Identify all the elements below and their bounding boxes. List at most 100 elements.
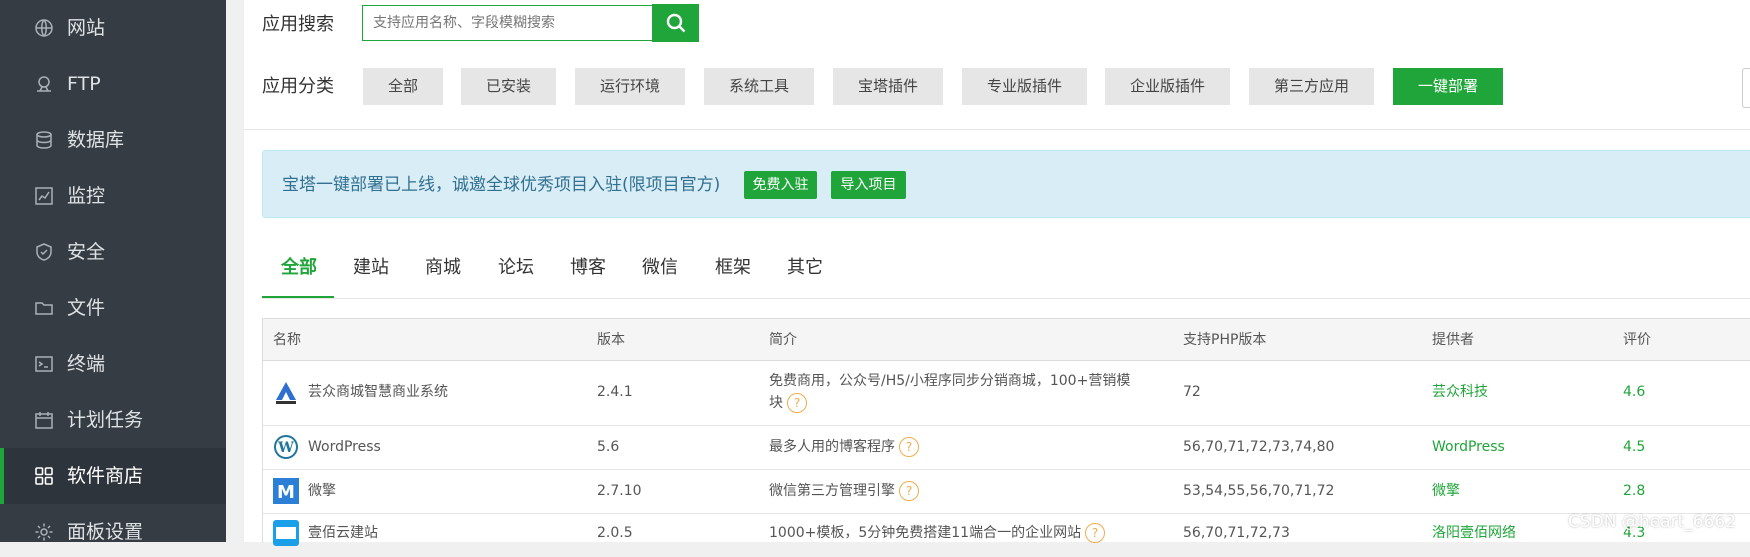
description-line: 微信第三方管理引擎 (769, 483, 895, 499)
software-table: 名称 版本 简介 支持PHP版本 提供者 评价 芸众商城智慧商业系统 2.4.1… (262, 318, 1750, 546)
folder-icon (34, 298, 54, 318)
tab-other[interactable]: 其它 (787, 255, 823, 281)
table-header: 名称 版本 简介 支持PHP版本 提供者 评价 (263, 319, 1750, 361)
help-icon[interactable]: ? (787, 393, 807, 413)
search-icon (666, 13, 685, 33)
tab-all[interactable]: 全部 (281, 255, 317, 281)
sidebar-item-files[interactable]: 文件 (0, 280, 226, 336)
tab-site[interactable]: 建站 (353, 255, 389, 281)
divider (244, 129, 1750, 130)
tab-framework[interactable]: 框架 (715, 255, 751, 281)
svg-text:M: M (277, 482, 295, 503)
help-icon[interactable]: ? (899, 437, 919, 457)
category-all-button[interactable]: 全部 (363, 68, 443, 105)
app-provider[interactable]: 洛阳壹佰网络 (1432, 523, 1516, 543)
header-name: 名称 (273, 332, 301, 348)
table-row[interactable]: W WordPress 5.6 最多人用的博客程序? 56,70,71,72,7… (263, 426, 1750, 470)
app-php-versions: 53,54,55,56,70,71,72 (1183, 483, 1335, 499)
sidebar-item-panel-settings[interactable]: 面板设置 (0, 504, 226, 542)
sidebar-item-monitor[interactable]: 监控 (0, 168, 226, 224)
app-php-versions: 56,70,71,72,73,74,80 (1183, 439, 1335, 455)
deploy-banner: 宝塔一键部署已上线，诚邀全球优秀项目入驻(限项目官方) 免费入驻 导入项目 (262, 150, 1750, 218)
sidebar-item-label: 软件商店 (67, 465, 144, 487)
sidebar-item-label: 安全 (67, 241, 106, 263)
gear-icon (34, 522, 54, 542)
ftp-icon (34, 74, 54, 94)
tab-forum[interactable]: 论坛 (498, 255, 534, 281)
app-php-versions: 72 (1183, 384, 1201, 400)
app-description: 免费商用，公众号/H5/小程序同步分销商城，100+营销模 (769, 371, 1130, 391)
help-icon[interactable]: ? (1085, 523, 1106, 543)
import-project-button[interactable]: 导入项目 (831, 171, 906, 199)
category-third-party-button[interactable]: 第三方应用 (1249, 68, 1374, 105)
header-provider: 提供者 (1432, 332, 1474, 348)
search-input[interactable] (362, 5, 652, 41)
sidebar-item-security[interactable]: 安全 (0, 224, 226, 280)
sidebar-item-terminal[interactable]: 终端 (0, 336, 226, 392)
app-rating[interactable]: 4.6 (1623, 382, 1645, 402)
sidebar: 网站 FTP 数据库 监控 安全 文件 终端 计划任务 软件商店 面板设置 (0, 0, 226, 542)
description-line: 最多人用的博客程序 (769, 439, 895, 455)
category-installed-button[interactable]: 已安装 (461, 68, 556, 105)
free-join-button[interactable]: 免费入驻 (744, 171, 817, 199)
terminal-icon (34, 354, 54, 374)
sidebar-item-label: 监控 (67, 185, 106, 207)
sidebar-item-database[interactable]: 数据库 (0, 112, 226, 168)
weiqing-logo-icon: M (273, 478, 299, 504)
category-pro-plugins-button[interactable]: 专业版插件 (962, 68, 1087, 105)
monitor-icon (34, 186, 54, 206)
app-rating[interactable]: 2.8 (1623, 481, 1645, 501)
app-name[interactable]: 壹佰云建站 (308, 523, 378, 543)
app-provider[interactable]: 芸众科技 (1432, 382, 1488, 402)
header-version: 版本 (597, 332, 625, 348)
app-provider[interactable]: WordPress (1432, 437, 1505, 457)
yunzhong-logo-icon (276, 382, 296, 404)
category-enterprise-plugins-button[interactable]: 企业版插件 (1105, 68, 1230, 105)
description-line: 块 (769, 395, 783, 411)
tab-wechat[interactable]: 微信 (642, 255, 678, 281)
category-system-tools-button[interactable]: 系统工具 (704, 68, 814, 105)
grid-icon (34, 466, 54, 486)
sidebar-item-label: 终端 (67, 353, 106, 375)
wordpress-logo-icon: W (274, 435, 298, 459)
tab-mall[interactable]: 商城 (425, 255, 461, 281)
app-name[interactable]: WordPress (308, 437, 381, 457)
yibai-logo-icon (273, 520, 299, 546)
app-description: 微信第三方管理引擎? (769, 481, 919, 501)
sidebar-item-label: FTP (67, 73, 101, 95)
sidebar-item-cron[interactable]: 计划任务 (0, 392, 226, 448)
app-php-versions: 56,70,71,72,73 (1183, 525, 1290, 541)
app-version: 2.7.10 (597, 483, 642, 499)
table-row[interactable]: M 微擎 2.7.10 微信第三方管理引擎? 53,54,55,56,70,71… (263, 470, 1750, 514)
category-bt-plugins-button[interactable]: 宝塔插件 (833, 68, 943, 105)
main-panel: 应用搜索 应用分类 全部 已安装 运行环境 系统工具 宝塔插件 专业版插件 企业… (244, 0, 1750, 546)
description-line: 1000+模板，5分钟免费搭建11端合一的企业网站 (769, 525, 1082, 541)
app-version: 2.0.5 (597, 525, 633, 541)
help-icon[interactable]: ? (899, 481, 919, 501)
sidebar-item-label: 数据库 (67, 129, 125, 151)
sidebar-item-software-store[interactable]: 软件商店 (0, 448, 226, 504)
table-row[interactable]: 壹佰云建站 2.0.5 1000+模板，5分钟免费搭建11端合一的企业网站? 5… (263, 514, 1750, 557)
sidebar-item-website[interactable]: 网站 (0, 0, 226, 56)
sidebar-item-label: 面板设置 (67, 521, 144, 542)
globe-icon (34, 18, 54, 38)
tab-blog[interactable]: 博客 (570, 255, 606, 281)
app-rating[interactable]: 4.5 (1623, 437, 1645, 457)
sidebar-item-label: 文件 (67, 297, 106, 319)
search-button[interactable] (652, 4, 699, 42)
app-description-cont: 块? (769, 393, 807, 413)
table-row[interactable]: 芸众商城智慧商业系统 2.4.1 免费商用，公众号/H5/小程序同步分销商城，1… (263, 361, 1750, 426)
banner-text: 宝塔一键部署已上线，诚邀全球优秀项目入驻(限项目官方) (282, 175, 721, 195)
category-label: 应用分类 (262, 76, 334, 97)
app-description: 1000+模板，5分钟免费搭建11端合一的企业网站? (769, 523, 1106, 543)
app-provider[interactable]: 微擎 (1432, 481, 1460, 501)
tabs-divider (262, 298, 1750, 299)
category-runtime-button[interactable]: 运行环境 (575, 68, 685, 105)
app-description: 最多人用的博客程序? (769, 437, 919, 457)
category-one-click-deploy-button[interactable]: 一键部署 (1393, 68, 1503, 105)
app-name[interactable]: 芸众商城智慧商业系统 (308, 382, 448, 402)
header-description: 简介 (769, 332, 797, 348)
app-name[interactable]: 微擎 (308, 481, 336, 501)
app-version: 2.4.1 (597, 384, 633, 400)
sidebar-item-ftp[interactable]: FTP (0, 56, 226, 112)
